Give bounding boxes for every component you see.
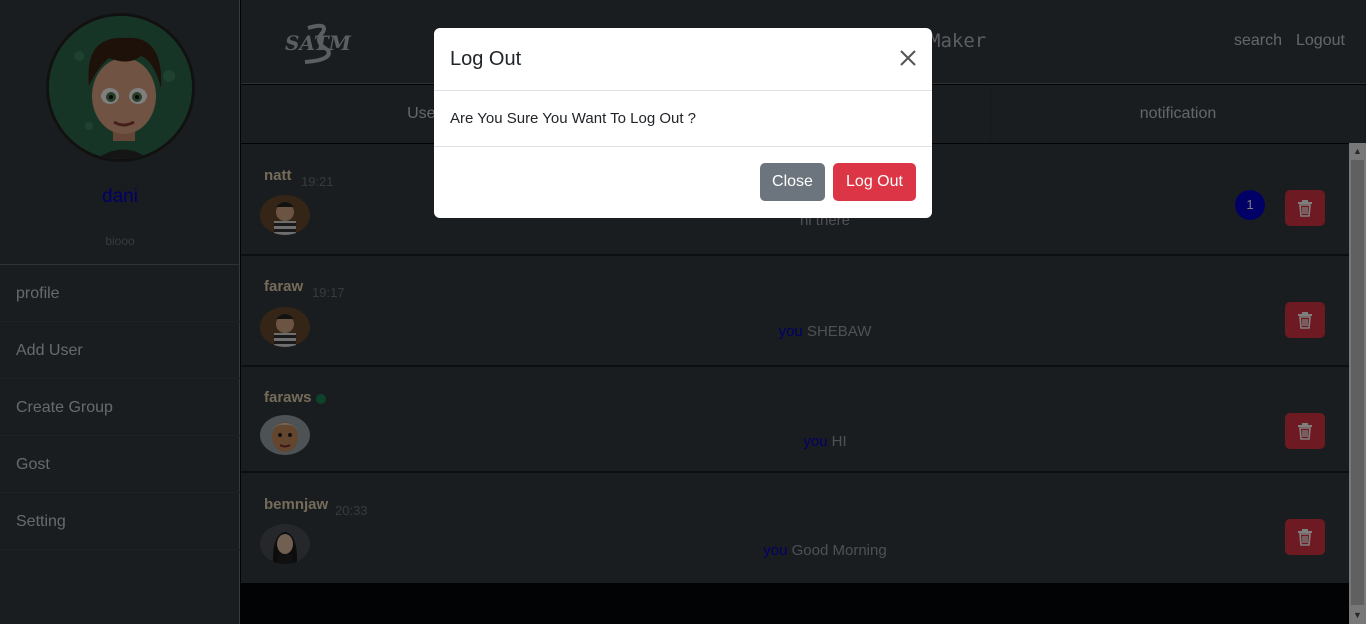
modal-title: Log Out xyxy=(450,48,522,70)
close-icon[interactable] xyxy=(898,48,918,68)
modal-header: Log Out xyxy=(434,28,932,91)
modal-body: Are You Sure You Want To Log Out ? xyxy=(434,91,932,147)
logout-modal: Log Out Are You Sure You Want To Log Out… xyxy=(434,28,932,218)
modal-footer: Close Log Out xyxy=(434,147,932,217)
confirm-logout-button[interactable]: Log Out xyxy=(833,163,916,201)
close-button[interactable]: Close xyxy=(760,163,825,201)
